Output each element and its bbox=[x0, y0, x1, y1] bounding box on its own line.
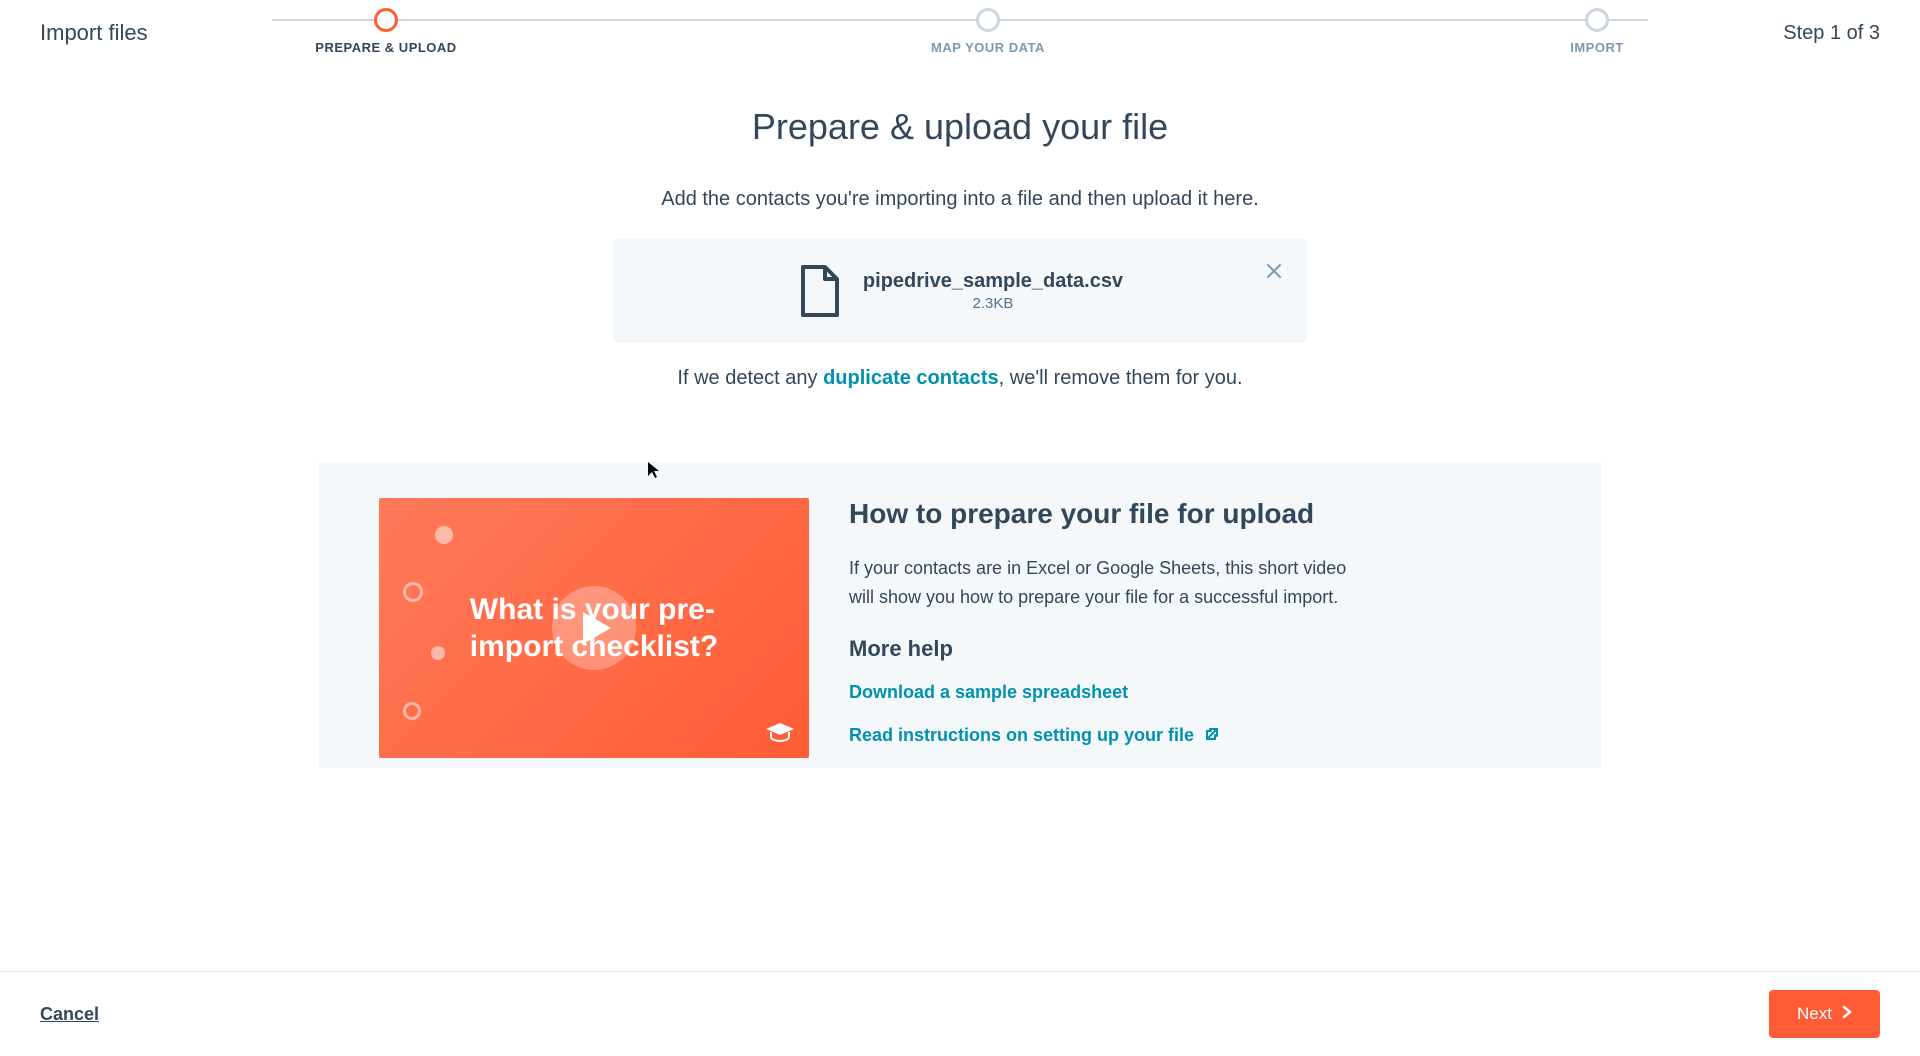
decorative-circle-icon bbox=[403, 582, 423, 602]
file-size: 2.3KB bbox=[863, 295, 1123, 312]
play-button[interactable] bbox=[552, 586, 636, 670]
stepper-dot-map bbox=[976, 8, 1000, 32]
header-row: Import files PREPARE & UPLOAD MAP YOUR D… bbox=[0, 0, 1920, 46]
help-video-thumbnail[interactable]: What is your pre- import checklist? bbox=[379, 498, 809, 758]
duplicate-contacts-link[interactable]: duplicate contacts bbox=[823, 367, 999, 389]
file-text: pipedrive_sample_data.csv 2.3KB bbox=[863, 270, 1123, 312]
stepper-dot-import bbox=[1585, 8, 1609, 32]
help-title: How to prepare your file for upload bbox=[849, 498, 1541, 530]
upload-subtitle: Add the contacts you're importing into a… bbox=[430, 188, 1490, 211]
duplicate-suffix: , we'll remove them for you. bbox=[999, 367, 1243, 389]
decorative-dot-icon bbox=[435, 526, 453, 544]
upload-heading: Prepare & upload your file bbox=[430, 106, 1490, 148]
cancel-button[interactable]: Cancel bbox=[40, 1004, 99, 1025]
file-name: pipedrive_sample_data.csv bbox=[863, 270, 1123, 293]
duplicate-prefix: If we detect any bbox=[677, 367, 823, 389]
help-description: If your contacts are in Excel or Google … bbox=[849, 554, 1369, 612]
external-link-icon bbox=[1205, 725, 1219, 745]
read-instructions-link[interactable]: Read instructions on setting up your fil… bbox=[849, 725, 1541, 746]
next-button[interactable]: Next bbox=[1769, 990, 1880, 1038]
more-help-heading: More help bbox=[849, 636, 1541, 662]
stepper-track bbox=[260, 8, 1660, 32]
stepper-dot-prepare bbox=[374, 8, 398, 32]
duplicate-note: If we detect any duplicate contacts, we'… bbox=[430, 367, 1490, 390]
help-section: What is your pre- import checklist? How … bbox=[319, 462, 1601, 768]
page-title: Import files bbox=[40, 20, 148, 46]
document-icon bbox=[797, 265, 841, 317]
chevron-right-icon bbox=[1842, 1004, 1852, 1024]
remove-file-button[interactable] bbox=[1265, 263, 1283, 281]
footer-bar: Cancel Next bbox=[0, 971, 1920, 1056]
decorative-circle-icon bbox=[403, 702, 421, 720]
help-text-block: How to prepare your file for upload If y… bbox=[849, 498, 1541, 768]
step-counter: Step 1 of 3 bbox=[1783, 22, 1880, 45]
download-sample-link[interactable]: Download a sample spreadsheet bbox=[849, 682, 1541, 703]
read-instructions-text: Read instructions on setting up your fil… bbox=[849, 725, 1194, 745]
next-button-label: Next bbox=[1797, 1004, 1832, 1024]
main-content: Prepare & upload your file Add the conta… bbox=[0, 46, 1920, 971]
uploaded-file-card: pipedrive_sample_data.csv 2.3KB bbox=[613, 239, 1307, 343]
upload-section: Prepare & upload your file Add the conta… bbox=[410, 106, 1510, 390]
graduation-cap-icon bbox=[765, 721, 795, 748]
decorative-dot-icon bbox=[431, 646, 445, 660]
stepper-line bbox=[272, 19, 1648, 21]
